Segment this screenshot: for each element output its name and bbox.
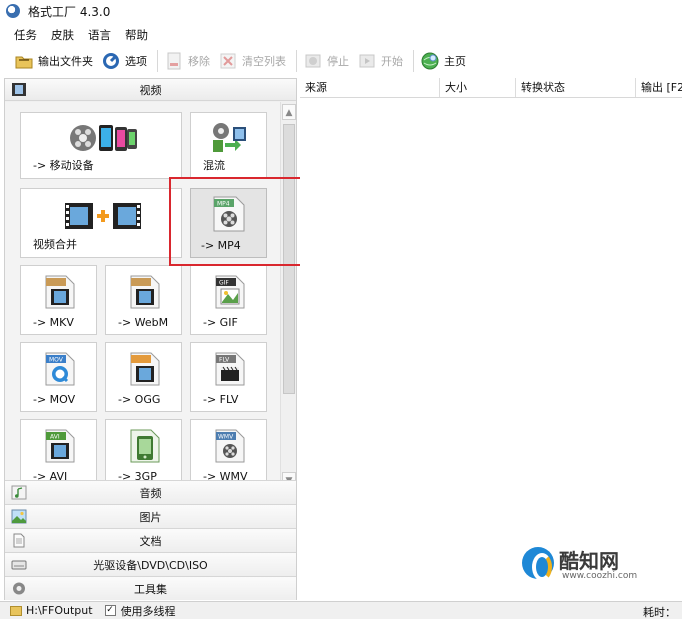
start-icon (359, 54, 375, 68)
avi-badge-text: AVI (50, 434, 60, 441)
folder-icon (15, 56, 33, 69)
menu-language[interactable]: 语言 (88, 27, 111, 43)
multithread-label: 使用多线程 (120, 604, 176, 618)
toolbar-divider (413, 50, 414, 72)
multithread-checkbox[interactable]: ✓ (104, 605, 116, 616)
category-optical-drive[interactable]: 光驱设备\DVD\CD\ISO (5, 552, 296, 576)
home-button[interactable]: 主页 (418, 48, 472, 74)
wmv-file-icon: WMV (215, 429, 245, 463)
tile-label: -> 移动设备 (33, 159, 94, 172)
remove-icon (167, 52, 181, 70)
column-output[interactable]: 输出 [F2] (636, 78, 682, 97)
tile-avi[interactable]: AVI -> AVI (20, 419, 97, 489)
tile-label: -> MOV (33, 393, 76, 406)
category-toolbox[interactable]: 工具集 (5, 576, 296, 600)
category-document[interactable]: 文档 (5, 528, 296, 552)
column-source[interactable]: 来源 (300, 78, 440, 97)
menu-task[interactable]: 任务 (14, 27, 37, 43)
remove-button[interactable]: 移除 (162, 48, 216, 74)
tile-mov[interactable]: MOV -> MOV (20, 342, 97, 412)
window-title: 格式工厂 4.3.0 (28, 4, 111, 19)
mobile-device-icon (70, 125, 137, 151)
menu-skin[interactable]: 皮肤 (51, 27, 74, 43)
menu-bar: 任务 皮肤 语言 帮助 (0, 25, 148, 45)
tile-mkv[interactable]: -> MKV (20, 265, 97, 335)
elapsed-time-label: 耗时： (643, 606, 676, 619)
options-button[interactable]: 选项 (99, 48, 153, 74)
ogg-file-icon (130, 352, 160, 386)
video-film-icon (12, 83, 26, 96)
gif-badge-text: GIF (219, 280, 229, 287)
wmv-badge-text: WMV (218, 434, 234, 441)
toolbar: 输出文件夹 选项 移除 清空列表 停止 开始 主页 (0, 47, 682, 75)
video-function-grid: -> 移动设备 混流 视频合并 MP4 -> MP4 -> MKV -> Web… (5, 102, 281, 490)
function-panel: 视频 -> 移动设备 混流 视频合并 MP4 -> MP4 -> MKV -> … (4, 78, 297, 600)
tile-mux[interactable]: 混流 (190, 112, 267, 179)
coozhi-watermark: 酷知网 www.coozhi.com (522, 543, 662, 587)
watermark-url: www.coozhi.com (562, 571, 638, 581)
stop-button[interactable]: 停止 (301, 48, 355, 74)
title-bar: 格式工厂 4.3.0 (0, 0, 682, 22)
video-join-icon (65, 203, 141, 229)
menu-help[interactable]: 帮助 (125, 27, 148, 43)
gif-file-icon: GIF (215, 275, 245, 309)
grid-scrollbar[interactable]: ▲ ▼ (280, 102, 296, 490)
tile-label: 视频合并 (33, 238, 77, 251)
options-gear-icon (103, 53, 119, 69)
mov-file-icon: MOV (45, 352, 75, 386)
mov-badge-text: MOV (49, 357, 64, 364)
scroll-up-arrow-icon[interactable]: ▲ (282, 104, 296, 120)
mkv-file-icon (45, 275, 75, 309)
category-video-header[interactable]: 视频 (5, 79, 296, 101)
clear-x-icon (220, 53, 236, 69)
task-table: 来源 大小 转换状态 输出 [F2] (300, 78, 682, 600)
category-list: 音频 图片 文档 光驱设备\DVD\CD\ISO 工具集 (5, 480, 296, 600)
tile-3gp[interactable]: -> 3GP (105, 419, 182, 489)
toolbar-divider (296, 50, 297, 72)
tile-video-join[interactable]: 视频合并 (20, 188, 182, 258)
mux-icon (213, 123, 246, 152)
column-status[interactable]: 转换状态 (516, 78, 636, 97)
tile-ogg[interactable]: -> OGG (105, 342, 182, 412)
status-bar: H:\FFOutput ✓ 使用多线程 耗时： (0, 601, 682, 619)
clear-list-button[interactable]: 清空列表 (216, 48, 292, 74)
tile-label: -> WebM (118, 316, 169, 329)
mp4-highlight-box (169, 177, 303, 266)
avi-file-icon: AVI (45, 429, 75, 463)
stop-icon (305, 54, 321, 68)
app-logo-icon (6, 4, 20, 18)
watermark-name: 酷知网 (559, 549, 619, 573)
home-globe-icon (421, 52, 439, 70)
tile-wmv[interactable]: WMV -> WMV (190, 419, 267, 489)
toolbox-gear-icon (13, 582, 25, 595)
optical-drive-icon (11, 560, 27, 570)
flv-file-icon: FLV (215, 352, 245, 386)
3gp-file-icon (130, 429, 160, 463)
tile-mobile-device[interactable]: -> 移动设备 (20, 112, 182, 179)
output-path[interactable]: H:\FFOutput (26, 604, 93, 617)
tile-flv[interactable]: FLV -> FLV (190, 342, 267, 412)
tile-webm[interactable]: -> WebM (105, 265, 182, 335)
output-folder-icon[interactable] (10, 605, 22, 616)
tile-gif[interactable]: GIF -> GIF (190, 265, 267, 335)
tile-label: -> FLV (203, 393, 239, 406)
toolbar-divider (157, 50, 158, 72)
output-folder-button[interactable]: 输出文件夹 (12, 48, 99, 74)
tile-label: -> MKV (33, 316, 74, 329)
coozhi-logo-icon (522, 547, 554, 581)
tile-label: -> GIF (203, 316, 238, 329)
flv-badge-text: FLV (219, 357, 230, 364)
column-size[interactable]: 大小 (440, 78, 516, 97)
webm-file-icon (130, 275, 160, 309)
table-header: 来源 大小 转换状态 输出 [F2] (300, 78, 682, 98)
start-button[interactable]: 开始 (355, 48, 409, 74)
tile-label: 混流 (203, 159, 225, 172)
tile-label: -> OGG (118, 393, 161, 406)
audio-note-icon (11, 485, 27, 500)
picture-icon (11, 509, 27, 524)
category-audio[interactable]: 音频 (5, 480, 296, 504)
document-icon (13, 533, 25, 548)
category-picture[interactable]: 图片 (5, 504, 296, 528)
